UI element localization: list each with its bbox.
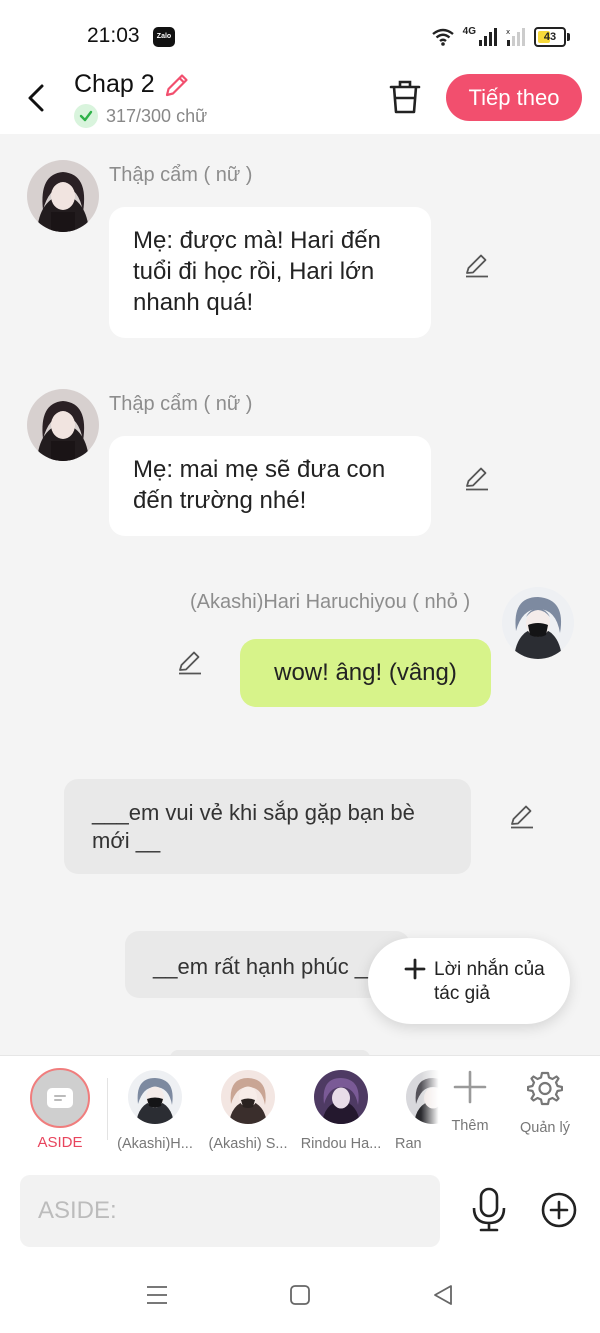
plus-icon xyxy=(453,1070,487,1104)
svg-text:x: x xyxy=(506,28,510,36)
character-name: Rindou Ha... xyxy=(300,1136,382,1152)
header: Chap 2 317/300 chữ Tiếp theo xyxy=(0,70,600,134)
wifi-icon xyxy=(431,28,454,46)
speaker-name: Thập cẩm ( nữ ) xyxy=(109,393,253,415)
message-bubble[interactable]: Mẹ: được mà! Hari đến tuổi đi học rồi, H… xyxy=(109,207,431,338)
battery-icon: 43 xyxy=(534,27,570,47)
check-icon xyxy=(74,104,98,128)
avatar xyxy=(128,1070,182,1124)
manage-label: Quản lý xyxy=(520,1120,570,1136)
author-note-button[interactable]: Lời nhắn của tác giả xyxy=(368,938,570,1024)
character-item[interactable]: (Akashi)H... xyxy=(110,1070,200,1152)
avatar[interactable] xyxy=(27,389,99,461)
pencil-icon[interactable] xyxy=(463,464,491,492)
aside-bubble[interactable]: ___em vui vẻ khi sắp gặp bạn bè mới __ xyxy=(64,779,471,874)
system-nav-bar xyxy=(0,1260,600,1333)
pencil-icon[interactable] xyxy=(508,802,536,830)
speaker-name: (Akashi)Hari Haruchiyou ( nhỏ ) xyxy=(190,591,471,613)
chapter-title: Chap 2 xyxy=(74,70,155,98)
input-bar xyxy=(0,1165,600,1260)
status-bar: 21:03 Zalo 4G x 43 xyxy=(0,0,600,70)
title-row: Chap 2 xyxy=(74,70,191,99)
character-item[interactable]: (Akashi) S... xyxy=(203,1070,293,1152)
menu-icon[interactable] xyxy=(146,1284,168,1306)
message-bubble[interactable]: wow! âng! (vâng) xyxy=(240,639,491,707)
plus-icon xyxy=(404,958,426,980)
message-input[interactable] xyxy=(20,1175,440,1247)
character-name: (Akashi) S... xyxy=(208,1136,288,1152)
pencil-icon[interactable] xyxy=(163,71,191,99)
divider xyxy=(107,1078,108,1140)
next-button[interactable]: Tiếp theo xyxy=(446,74,582,121)
character-name: (Akashi)H... xyxy=(117,1136,193,1152)
add-character-button[interactable]: Thêm xyxy=(438,1070,502,1134)
aside-tab[interactable] xyxy=(30,1068,90,1128)
signal-icon-2: x xyxy=(506,28,525,46)
gear-icon xyxy=(527,1071,563,1106)
status-icons: 4G x 43 xyxy=(431,24,570,50)
message-bubble[interactable]: Mẹ: mai mẹ sẽ đưa con đến trường nhé! xyxy=(109,436,431,536)
character-item[interactable]: Rindou Ha... xyxy=(296,1070,386,1152)
pencil-icon[interactable] xyxy=(176,648,204,676)
home-icon[interactable] xyxy=(289,1284,311,1306)
pencil-icon[interactable] xyxy=(463,251,491,279)
add-circle-icon[interactable] xyxy=(540,1191,578,1229)
manage-button[interactable]: Quản lý xyxy=(513,1070,577,1136)
add-character-label: Thêm xyxy=(451,1118,489,1134)
mic-icon[interactable] xyxy=(470,1187,508,1233)
avatar xyxy=(221,1070,275,1124)
aside-tab-label: ASIDE xyxy=(37,1134,83,1151)
trash-icon[interactable] xyxy=(388,78,422,116)
avatar[interactable] xyxy=(27,160,99,232)
network-type: 4G xyxy=(462,25,476,37)
signal-icon xyxy=(479,28,497,46)
status-time: 21:03 xyxy=(87,24,140,47)
author-note-label: Lời nhắn của tác giả xyxy=(434,959,545,1004)
back-icon[interactable] xyxy=(22,78,52,118)
chat-bubble-icon xyxy=(47,1088,73,1108)
back-triangle-icon[interactable] xyxy=(432,1284,454,1306)
speaker-name: Thập cẩm ( nữ ) xyxy=(109,164,253,186)
avatar xyxy=(314,1070,368,1124)
character-bar: ASIDE (Akashi)H... (Akashi) S... Rindou … xyxy=(0,1055,600,1167)
word-count-row: 317/300 chữ xyxy=(74,104,207,128)
avatar[interactable] xyxy=(502,587,574,659)
zalo-icon: Zalo xyxy=(153,27,175,47)
aside-bubble[interactable]: __em rất hạnh phúc __ xyxy=(125,931,410,998)
word-count: 317/300 chữ xyxy=(106,105,208,126)
